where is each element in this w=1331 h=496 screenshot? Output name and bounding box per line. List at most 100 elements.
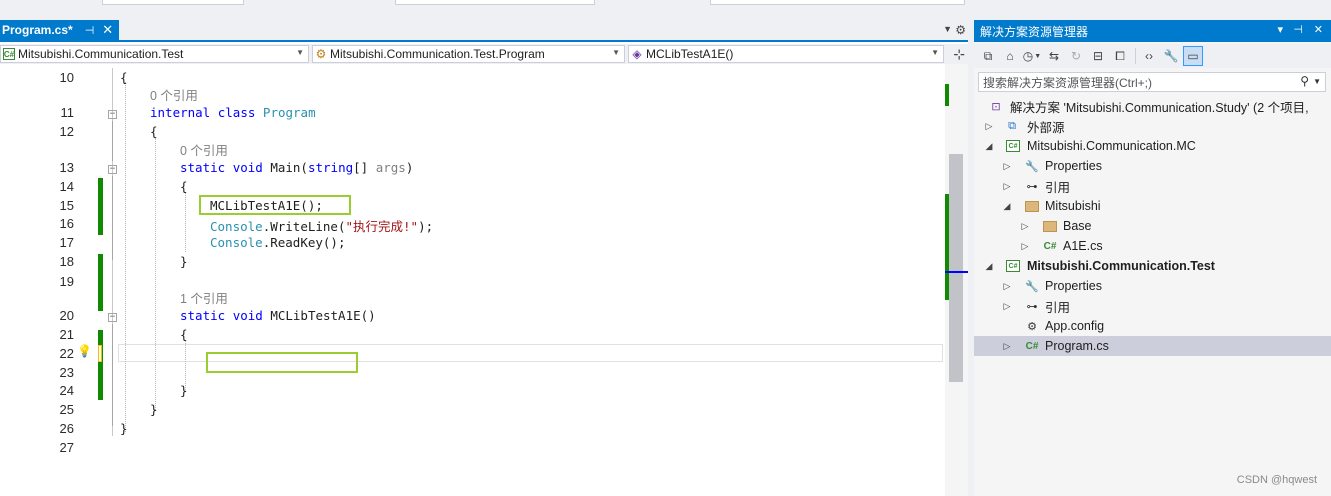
scrollbar-thumb[interactable] [949,154,963,382]
chevron-right-icon[interactable]: ▷ [1020,221,1030,232]
lightbulb-icon[interactable]: 💡 [77,344,92,358]
codelens-references[interactable]: 0 个引用 [150,85,198,104]
chevron-down-icon: ▼ [931,48,939,57]
code-line: 23 [0,365,945,384]
split-window-icon[interactable]: ⊹ [953,46,965,63]
code-text: Console.ReadKey(); [210,235,346,250]
line-number: 11 [60,105,75,120]
search-input[interactable]: 搜索解决方案资源管理器(Ctrl+;) ⚲ ▼ [978,72,1326,92]
references-icon: ⊶ [1026,300,1038,313]
method-icon: ◈ [632,47,642,61]
type-combo-value: Mitsubishi.Communication.Test.Program [330,47,545,61]
code-text: { [150,124,158,139]
chevron-right-icon[interactable]: ▷ [1002,181,1012,192]
tree-item-folder-base[interactable]: ▷ Base [974,216,1331,236]
line-number: 19 [59,274,74,289]
code-text: { [120,70,128,85]
tree-item-a1e-cs[interactable]: ▷ C# A1E.cs [974,236,1331,256]
chevron-right-icon[interactable]: ▷ [1002,161,1012,172]
chevron-down-icon[interactable]: ▼ [1313,77,1321,86]
wrench-icon: 🔧 [1025,160,1039,173]
gear-icon[interactable]: ⚙ [955,23,966,37]
chevron-expanded-icon[interactable]: ◢ [984,141,994,152]
code-text: { [180,327,188,342]
solution-explorer-title-bar: 解决方案资源管理器 ▾ ⊣ ✕ [974,20,1331,42]
csharp-file-icon: C# [1043,240,1057,252]
tree-item-solution[interactable]: ⊡ 解决方案 'Mitsubishi.Communication.Study' … [974,96,1331,116]
csharp-file-icon: C# [1025,340,1039,352]
tree-item-properties[interactable]: ▷ 🔧 Properties [974,156,1331,176]
solution-icon: ⊡ [991,100,1001,113]
code-line: 25 } [0,402,945,421]
search-icon[interactable]: ⚲ [1300,74,1309,88]
code-line: 20 static void MCLibTestA1E() [0,308,945,327]
tree-item-project-mc[interactable]: ◢ C# Mitsubishi.Communication.MC [974,136,1331,156]
code-area[interactable]: − − − 10 { 0 个引用 11 internal class Progr… [0,64,945,496]
tree-item-label: Properties [1045,159,1102,173]
code-line: 14 { [0,179,945,198]
view-code-icon[interactable]: ‹› [1139,46,1159,66]
chevron-right-icon[interactable]: ▷ [1002,341,1012,352]
code-text: internal class Program [150,105,316,120]
folder-icon [1042,218,1058,234]
highlight-box [199,195,351,215]
collapse-all-icon[interactable]: ⊟ [1088,46,1108,66]
tree-item-folder-mitsubishi[interactable]: ◢ Mitsubishi [974,196,1331,216]
code-text: Console.WriteLine("执行完成!"); [210,219,434,234]
tree-item-external-sources[interactable]: ▷ ⧉ 外部源 [974,116,1331,136]
line-number: 16 [59,216,74,231]
chevron-expanded-icon[interactable]: ◢ [984,261,994,272]
chevron-down-icon[interactable]: ▾ [1277,23,1283,36]
tree-item-label: A1E.cs [1063,239,1103,253]
tree-item-program-cs[interactable]: ▷ C# Program.cs [974,336,1331,356]
codelens-references[interactable]: 0 个引用 [180,140,228,159]
toolbar-separator [1135,48,1136,64]
pending-changes-filter-icon[interactable]: ◷ ▼ [1022,46,1042,66]
watermark: CSDN @hqwest [1236,474,1317,486]
config-file-icon: ⚙ [1027,320,1037,333]
code-line: 18 } [0,254,945,273]
top-toolbar-strip [0,0,1331,6]
member-combo[interactable]: ◈ MCLibTestA1E() ▼ [628,45,944,63]
chevron-right-icon[interactable]: ▷ [984,121,994,132]
pin-icon[interactable]: ⊣ [1293,23,1303,36]
csharp-project-icon: C# [1005,258,1021,274]
type-combo[interactable]: ⚙ Mitsubishi.Communication.Test.Program … [312,45,625,63]
tree-item-label: 外部源 [1027,120,1065,135]
tree-item-references[interactable]: ▷ ⊶ 引用 [974,296,1331,316]
project-combo[interactable]: C# Mitsubishi.Communication.Test ▼ [0,45,309,63]
code-text: } [180,254,188,269]
line-number: 15 [59,198,74,213]
chevron-right-icon[interactable]: ▷ [1020,241,1030,252]
pin-icon[interactable]: ⊣ [85,24,95,37]
codelens-references[interactable]: 1 个引用 [180,288,228,307]
solution-tree: ⊡ 解决方案 'Mitsubishi.Communication.Study' … [974,96,1331,496]
switch-views-icon[interactable]: ⧉ [978,46,998,66]
close-icon[interactable]: ✕ [1314,23,1323,36]
chevron-expanded-icon[interactable]: ◢ [1002,201,1012,212]
folder-icon [1024,198,1040,214]
wrench-icon[interactable]: 🔧 [1161,46,1181,66]
home-icon[interactable]: ⌂ [1000,46,1020,66]
tree-item-app-config[interactable]: ⚙ App.config [974,316,1331,336]
tree-item-references[interactable]: ▷ ⊶ 引用 [974,176,1331,196]
code-line: 22 [0,346,945,365]
preview-selected-items-icon[interactable]: ▭ [1183,46,1203,66]
line-number: 21 [59,327,74,342]
tab-dropdown-icon[interactable]: ▼ [943,24,952,34]
sync-with-document-icon[interactable]: ⇆ [1044,46,1064,66]
tab-program-cs[interactable]: Program.cs* ⊣ ✕ [0,20,119,40]
line-number: 22 [59,346,74,361]
show-all-files-icon[interactable]: ⧠ [1110,46,1130,66]
chevron-right-icon[interactable]: ▷ [1002,281,1012,292]
code-text: static void MCLibTestA1E() [180,308,376,323]
tree-item-project-test[interactable]: ◢ C# Mitsubishi.Communication.Test [974,256,1331,276]
close-icon[interactable]: ✕ [102,22,113,38]
vertical-scrollbar[interactable] [945,64,968,496]
refresh-icon[interactable]: ↻ [1066,46,1086,66]
tree-item-label: 解决方案 'Mitsubishi.Communication.Study' (2… [1010,100,1309,115]
line-number: 20 [59,308,74,323]
chevron-right-icon[interactable]: ▷ [1002,301,1012,312]
tree-item-label: Properties [1045,279,1102,293]
tree-item-properties[interactable]: ▷ 🔧 Properties [974,276,1331,296]
